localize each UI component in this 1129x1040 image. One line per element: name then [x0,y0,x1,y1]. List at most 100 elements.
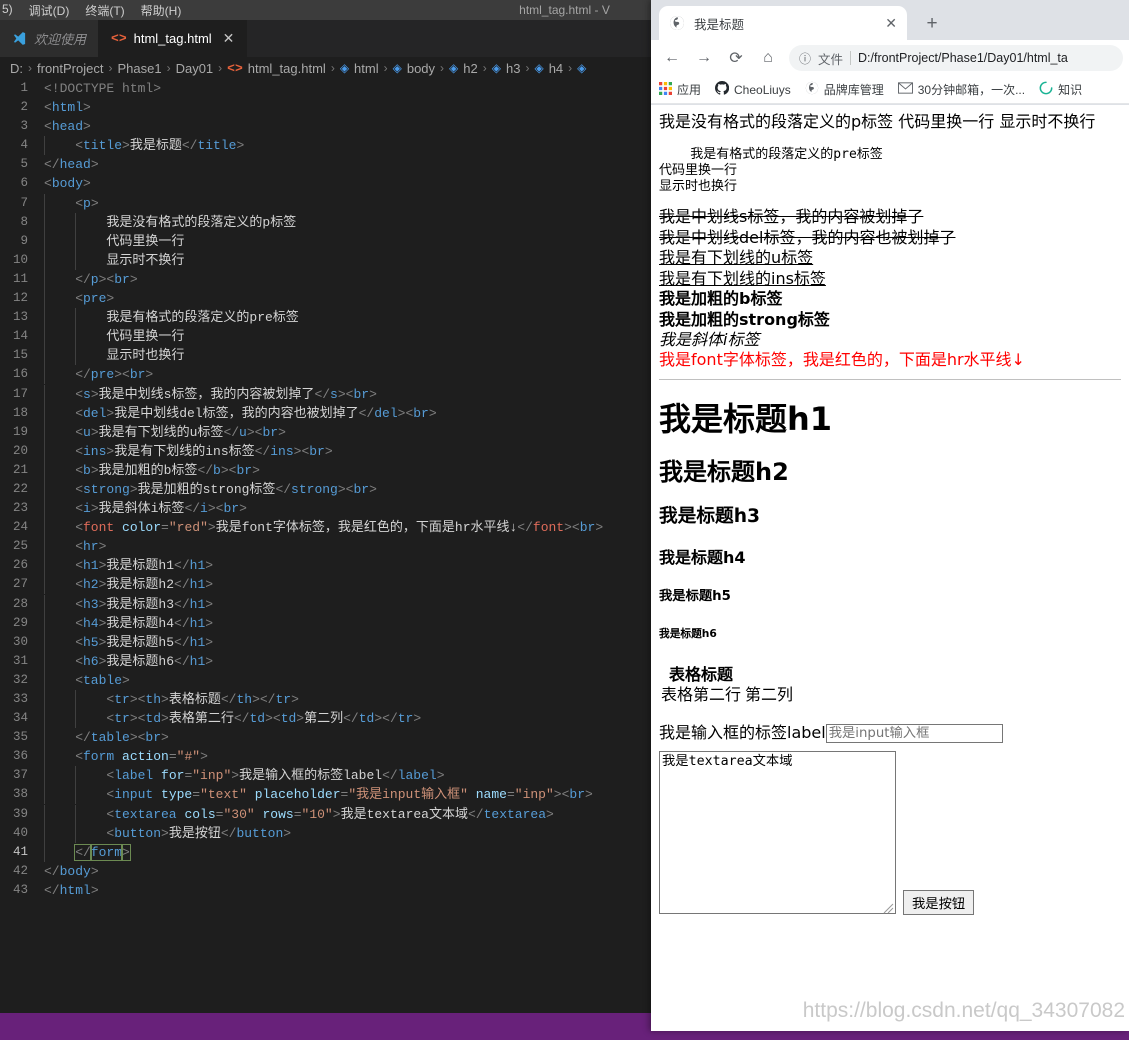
indent-guide [44,403,45,423]
bookmark-brand-library[interactable]: 品牌库管理 [805,81,884,98]
chrome-browser-window: 我是标题 ✕ + ← → ⟳ ⌂ ⓘ 文件 D:/frontProject/Ph… [651,0,1129,1031]
indent-guide [44,289,45,309]
indent-guide [44,499,45,519]
indent-guide [75,346,77,366]
breadcrumb-item-h4[interactable]: h4 [549,61,563,76]
new-tab-button[interactable]: + [919,11,945,37]
textarea-wrapper: 我是textarea文本域 [659,743,896,914]
indent-guide [44,231,45,251]
chevron-right-icon: › [330,61,335,75]
line-number: 40 [12,825,28,840]
browser-tab[interactable]: 我是标题 ✕ [659,6,907,40]
watermark-text: https://blog.csdn.net/qq_34307082 [802,999,1125,1022]
tab-html-tag-html[interactable]: <> html_tag.html ✕ [99,20,248,57]
text-input[interactable] [825,723,1003,743]
indent-guide [75,308,77,328]
html-file-icon: <> [111,31,127,46]
font-red-text: 我是font字体标签，我是红色的，下面是hr水平线↓ [659,350,1025,370]
line-number: 4 [20,138,28,153]
breadcrumb-item-body[interactable]: body [407,61,435,76]
underline-u-text: 我是有下划线的u标签 [659,248,814,268]
vscode-menubar[interactable]: 5) 调试(D) 终端(T) 帮助(H) [0,2,181,19]
browser-toolbar: ← → ⟳ ⌂ ⓘ 文件 D:/frontProject/Phase1/Day0… [651,40,1129,76]
line-number: 16 [12,367,28,382]
breadcrumb-item-h3[interactable]: h3 [506,61,520,76]
line-number: 11 [12,271,28,286]
line-number: 39 [12,806,28,821]
menu-item-help[interactable]: 帮助(H) [141,2,182,19]
line-number: 36 [12,749,28,764]
breadcrumb-item-day01[interactable]: Day01 [176,61,214,76]
paragraph-p-tag: 我是没有格式的段落定义的p标签 代码里换一行 显示时不换行 [659,112,1096,131]
reload-button[interactable]: ⟳ [721,43,751,73]
address-bar[interactable]: ⓘ 文件 D:/frontProject/Phase1/Day01/html_t… [789,45,1123,71]
menu-item-debug[interactable]: 调试(D) [29,2,70,19]
table-row: 表格第二行 第二列 [659,685,795,705]
screenshot-root: 5) 调试(D) 终端(T) 帮助(H) html_tag.html - V 欢… [0,0,1129,1040]
line-number: 2 [20,100,28,115]
url-text[interactable]: D:/frontProject/Phase1/Day01/html_ta [858,51,1113,65]
line-number: 12 [12,291,28,306]
preformatted-block: 我是有格式的段落定义的pre标签 代码里换一行 显示时也换行 [659,147,883,194]
close-icon[interactable]: ✕ [885,16,897,30]
indent-guide [44,670,45,690]
textarea-field[interactable]: 我是textarea文本域 [659,750,896,914]
breadcrumb-item-html[interactable]: html [354,61,379,76]
demo-table: 表格标题 表格第二行 第二列 [659,665,795,706]
input-label: 我是输入框的标签label [659,722,826,742]
breadcrumb-item-file[interactable]: html_tag.html [248,61,326,76]
home-button[interactable]: ⌂ [753,43,783,73]
line-number: 37 [12,768,28,783]
chevron-right-icon: › [166,61,171,75]
chevron-right-icon: › [440,61,445,75]
indent-guide [75,709,77,729]
indent-guide [44,422,45,442]
indent-guide [44,136,45,156]
indent-guide [44,690,45,709]
indent-guide [44,460,45,480]
indent-guide [75,690,77,709]
breadcrumb-item-drive[interactable]: D: [10,61,23,76]
line-number: 43 [12,882,28,897]
symbol-cube-icon: ◈ [392,61,402,75]
bookmark-cheoliuys[interactable]: CheoLiuys [715,80,791,98]
menu-item-terminal[interactable]: 终端(T) [85,2,124,19]
line-number: 23 [12,501,28,516]
bookmark-apps-label: 应用 [677,83,702,97]
bookmark-brand-library-label: 品牌库管理 [823,83,884,97]
bookmark-mail[interactable]: 30分钟邮箱，一次... [897,81,1025,98]
forward-button[interactable]: → [689,43,719,73]
indent-guide [44,785,45,805]
line-number: 15 [12,348,28,363]
indent-guide [44,556,45,576]
bookmark-knowledge[interactable]: 知识 [1039,81,1082,98]
menu-item-0[interactable]: 5) [2,2,13,19]
tab-welcome[interactable]: 欢迎使用 [0,20,100,57]
demo-form: 我是输入框的标签label 我是textarea文本域 我是按钮 [659,722,1121,918]
bookmark-cheoliuys-label: CheoLiuys [734,82,791,97]
table-row: 表格标题 [659,665,795,685]
breadcrumb-item-frontproject[interactable]: frontProject [37,61,103,76]
chevron-right-icon: › [28,61,32,75]
indent-guide [75,766,77,786]
info-icon[interactable]: ⓘ [799,50,811,67]
indent-guide [75,785,77,805]
indent-guide [44,365,45,385]
underline-ins-text: 我是有下划线的ins标签 [659,268,826,288]
indent-guide [75,212,77,232]
heading-h1: 我是标题h1 [659,399,833,438]
back-button[interactable]: ← [657,43,687,73]
indent-guide [44,346,45,366]
indent-guide [44,479,45,499]
bookmark-apps[interactable]: 应用 [659,81,701,98]
breadcrumb-item-h2[interactable]: h2 [463,61,477,76]
symbol-cube-icon: ◈ [491,61,501,75]
line-number: 9 [20,233,28,248]
close-icon[interactable]: ✕ [223,30,235,47]
submit-button[interactable]: 我是按钮 [903,889,975,915]
heading-h3: 我是标题h3 [659,506,761,528]
line-number: 38 [12,787,28,802]
breadcrumb-item-phase1[interactable]: Phase1 [117,61,161,76]
heading-h5: 我是标题h5 [659,589,731,605]
line-number: 21 [12,462,28,477]
